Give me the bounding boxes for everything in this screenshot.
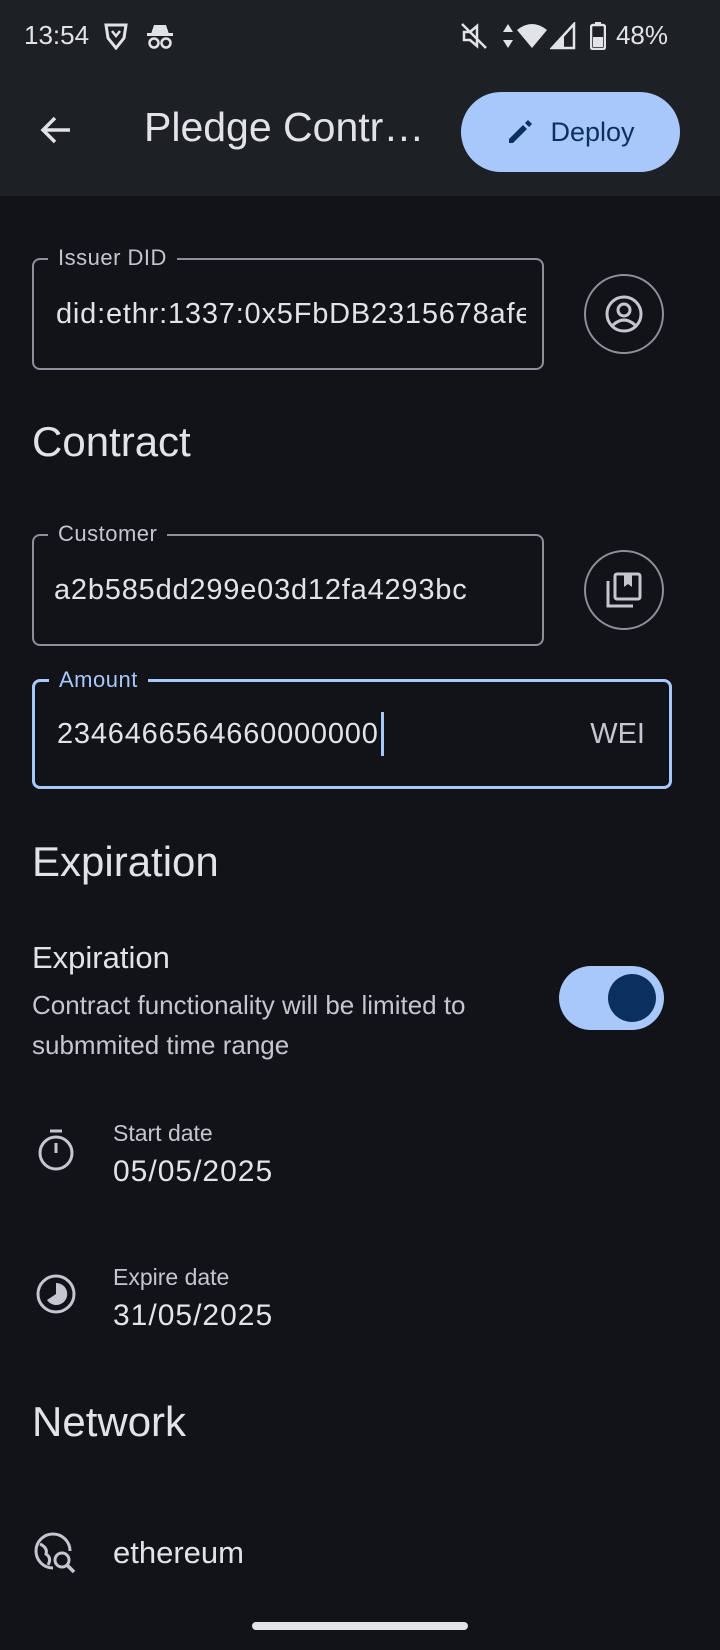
expiration-section-title: Expiration bbox=[32, 838, 219, 885]
amount-value: 2346466564660000000 bbox=[57, 717, 379, 750]
issuer-did-field[interactable]: Issuer DID did:ethr:1337:0x5FbDB2315678a… bbox=[32, 245, 544, 370]
bookmarks-icon bbox=[606, 572, 642, 608]
mute-icon bbox=[461, 23, 487, 49]
customer-value: a2b585dd299e03d12fa4293bc bbox=[54, 573, 468, 606]
incognito-icon bbox=[147, 25, 173, 49]
page-title: Pledge Contract bbox=[144, 104, 426, 150]
edit-icon bbox=[509, 120, 533, 143]
travel-explore-icon bbox=[34, 1532, 76, 1574]
issuer-did-value: did:ethr:1337:0x5FbDB2315678afecb367f032… bbox=[56, 297, 526, 330]
amount-input[interactable]: 2346466564660000000 bbox=[57, 682, 384, 786]
customer-field[interactable]: Customer a2b585dd299e03d12fa4293bc bbox=[32, 521, 544, 646]
switch-thumb bbox=[608, 974, 656, 1022]
status-time: 13:54 bbox=[24, 20, 90, 50]
network-value[interactable]: ethereum bbox=[113, 1535, 244, 1571]
timer-icon bbox=[38, 1129, 74, 1171]
network-section-title: Network bbox=[32, 1398, 187, 1445]
account-circle-icon bbox=[605, 295, 643, 333]
start-date-label: Start date bbox=[113, 1120, 213, 1146]
clock-icon bbox=[36, 1274, 76, 1314]
home-indicator[interactable] bbox=[252, 1622, 468, 1630]
expire-date-label: Expire date bbox=[113, 1264, 230, 1290]
data-arrows-icon bbox=[503, 24, 513, 48]
battery-icon bbox=[590, 22, 606, 50]
brave-icon bbox=[104, 23, 128, 50]
expiration-toggle-title: Expiration bbox=[32, 940, 170, 975]
text-caret bbox=[380, 712, 384, 756]
back-button[interactable] bbox=[26, 100, 86, 160]
start-date-value[interactable]: 05/05/2025 bbox=[113, 1155, 273, 1189]
contract-section-title: Contract bbox=[32, 418, 191, 465]
expiration-toggle-description: Contract functionality will be limited t… bbox=[32, 990, 466, 1060]
deploy-button-label: Deploy bbox=[550, 116, 635, 147]
amount-field[interactable]: Amount 2346466564660000000 WEI bbox=[32, 667, 672, 789]
select-identity-button[interactable] bbox=[584, 274, 664, 354]
signal-icon bbox=[550, 22, 576, 50]
select-contact-button[interactable] bbox=[584, 550, 664, 630]
battery-percent: 48% bbox=[615, 20, 668, 50]
deploy-button[interactable]: Deploy bbox=[461, 92, 680, 172]
expiration-switch[interactable] bbox=[559, 966, 664, 1030]
expire-date-value[interactable]: 31/05/2025 bbox=[113, 1299, 273, 1333]
amount-unit: WEI bbox=[590, 717, 645, 750]
wifi-icon bbox=[517, 24, 547, 48]
back-arrow-icon bbox=[40, 116, 70, 144]
